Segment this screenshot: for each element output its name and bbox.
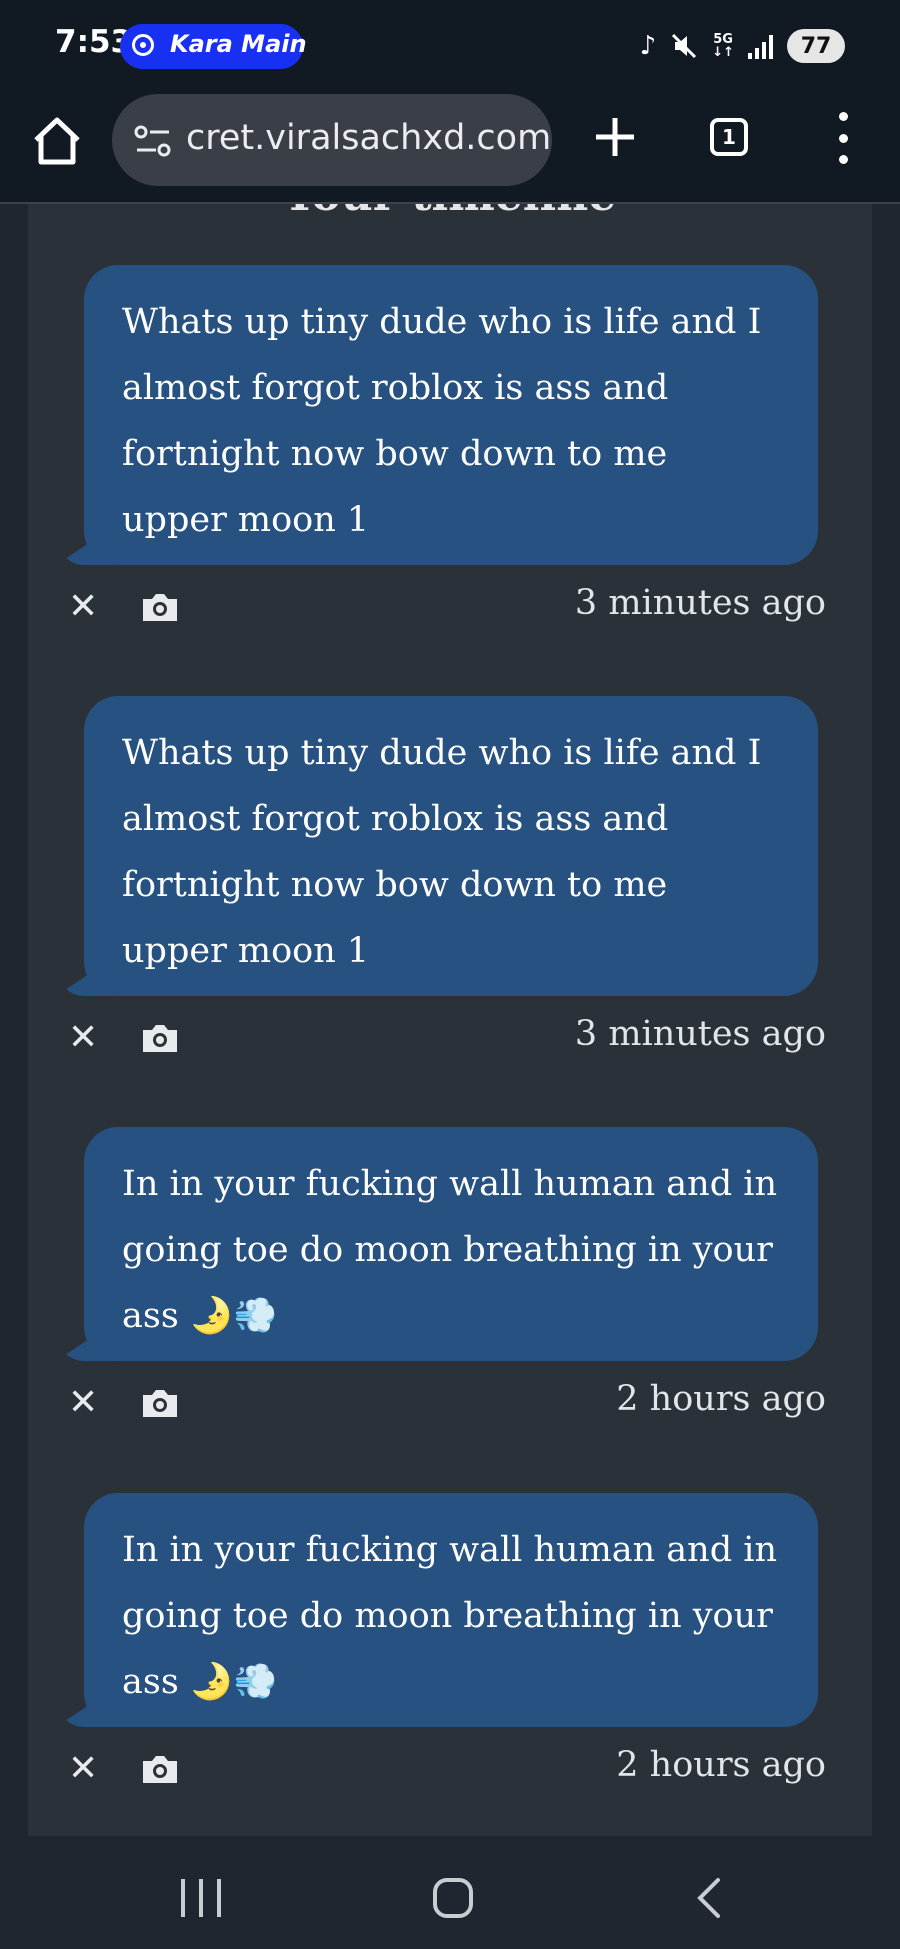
close-icon[interactable]: ✕: [68, 1749, 98, 1789]
message-time: 3 minutes ago: [574, 1014, 826, 1054]
signal-icon: [748, 33, 773, 59]
message-text: Whats up tiny dude who is life and I alm…: [122, 733, 762, 971]
timeline-panel: Your timeline Whats up tiny dude who is …: [28, 204, 872, 1836]
message-meta: ✕ 2 hours ago: [28, 1741, 872, 1801]
tab-switcher-button[interactable]: 1: [710, 118, 748, 156]
home-nav-icon[interactable]: [433, 1878, 473, 1918]
network-label: 5G: [713, 32, 733, 47]
message-meta: ✕ 2 hours ago: [28, 1375, 872, 1435]
camera-icon[interactable]: [140, 1753, 180, 1785]
message-time: 2 hours ago: [616, 1745, 826, 1785]
home-icon[interactable]: [30, 114, 84, 168]
message-text: In in your fucking wall human and in goi…: [122, 1530, 777, 1702]
address-bar[interactable]: cret.viralsachxd.com: [112, 94, 552, 186]
close-icon[interactable]: ✕: [68, 1383, 98, 1423]
battery-icon: 77: [787, 29, 845, 63]
network-type-icon: 5G ↓↑: [712, 32, 734, 60]
back-icon[interactable]: [688, 1876, 732, 1920]
recording-pill[interactable]: Kara Main: [120, 24, 307, 69]
message-text: Whats up tiny dude who is life and I alm…: [122, 302, 762, 540]
site-settings-icon[interactable]: [134, 124, 172, 158]
url-text: cret.viralsachxd.com: [186, 118, 552, 158]
camera-icon[interactable]: [140, 591, 180, 623]
camera-icon[interactable]: [140, 1387, 180, 1419]
mute-icon: [672, 33, 697, 59]
camera-icon[interactable]: [140, 1022, 180, 1054]
message-text: In in your fucking wall human and in goi…: [122, 1164, 777, 1336]
message-bubble: Whats up tiny dude who is life and I alm…: [84, 696, 818, 996]
message-bubble: Whats up tiny dude who is life and I alm…: [84, 265, 818, 565]
recent-apps-icon[interactable]: [181, 1879, 221, 1917]
message-bubble: In in your fucking wall human and in goi…: [84, 1493, 818, 1727]
status-bar: 7:53 Kara Main ♪ 5G ↓↑ 77: [0, 0, 900, 92]
system-nav-bar: [0, 1836, 900, 1949]
pill-label: Kara Main: [170, 30, 307, 58]
page-title: Your timeline: [28, 204, 872, 221]
browser-toolbar: cret.viralsachxd.com 1: [0, 92, 900, 204]
message-meta: ✕ 3 minutes ago: [28, 579, 872, 639]
message-time: 2 hours ago: [616, 1379, 826, 1419]
message-time: 3 minutes ago: [574, 583, 826, 623]
close-icon[interactable]: ✕: [68, 587, 98, 627]
new-tab-icon[interactable]: [590, 112, 640, 162]
battery-level: 77: [800, 33, 832, 59]
more-options-icon[interactable]: [835, 112, 851, 164]
close-icon[interactable]: ✕: [68, 1018, 98, 1058]
music-note-icon: ♪: [639, 31, 657, 61]
record-icon: [132, 34, 154, 56]
status-icons: ♪ 5G ↓↑ 77: [640, 22, 845, 70]
message-meta: ✕ 3 minutes ago: [28, 1010, 872, 1070]
message-bubble: In in your fucking wall human and in goi…: [84, 1127, 818, 1361]
